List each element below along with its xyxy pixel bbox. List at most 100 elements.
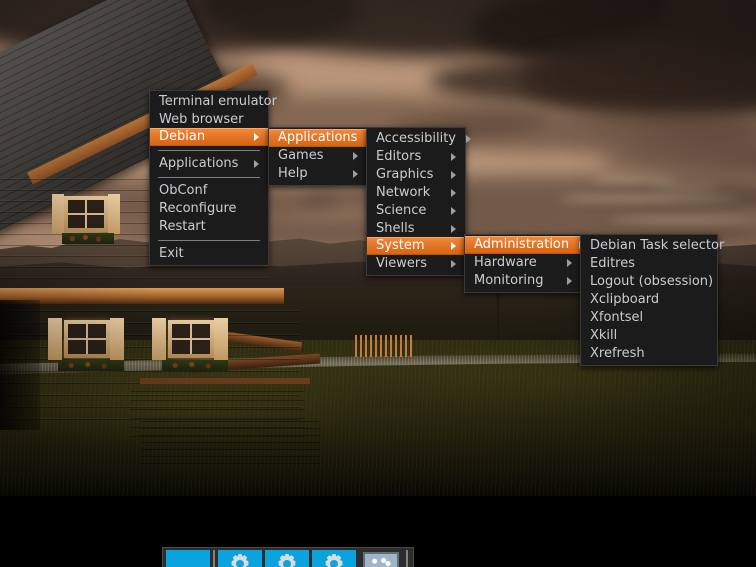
submenu-arrow-icon <box>254 159 259 168</box>
horizon-glow <box>650 186 720 189</box>
menu-item-label: Xkill <box>590 327 618 343</box>
root-menu[interactable]: Terminal emulator Web browser Debian App… <box>149 90 277 266</box>
menu-item-label: Web browser <box>159 111 244 127</box>
flower-box <box>162 360 228 371</box>
menu-item-help[interactable]: Help <box>269 165 367 183</box>
menu-item-logout-obsession[interactable]: Logout (obsession) <box>581 273 717 291</box>
menu-item-label: System <box>376 237 425 253</box>
menu-item-label: Debian Task selector <box>590 237 725 253</box>
chalet-ledge <box>0 288 284 304</box>
gear-hole-icon <box>330 560 338 567</box>
dock-item-gear-app[interactable] <box>265 550 309 567</box>
shutter <box>214 318 228 360</box>
dock-item-gear-app[interactable] <box>218 550 262 567</box>
menu-item-label: Graphics <box>376 166 434 182</box>
submenu-arrow-icon <box>567 258 572 267</box>
shutter <box>108 194 120 234</box>
submenu-arrow-icon <box>451 206 456 215</box>
menu-item-xkill[interactable]: Xkill <box>581 327 717 345</box>
shutter <box>110 318 124 360</box>
menu-item-xclipboard[interactable]: Xclipboard <box>581 291 717 309</box>
menu-item-label: Exit <box>159 245 184 261</box>
flower-box <box>62 233 114 244</box>
dock-item-monitor[interactable] <box>359 550 403 567</box>
shutter <box>52 194 64 234</box>
menu-item-applications[interactable]: Applications <box>150 155 268 173</box>
menu-item-label: Network <box>376 184 431 200</box>
menu-item-label: Monitoring <box>474 272 544 288</box>
menu-item-label: Editors <box>376 148 422 164</box>
menu-item-label: Science <box>376 202 427 218</box>
menu-item-reconfigure[interactable]: Reconfigure <box>150 200 268 218</box>
shutter <box>152 318 166 360</box>
gear-hole-icon <box>236 560 244 567</box>
menu-item-hardware[interactable]: Hardware <box>465 254 581 272</box>
submenu-arrow-icon <box>567 276 572 285</box>
divider-icon <box>213 550 215 567</box>
menu-item-terminal-emulator[interactable]: Terminal emulator <box>150 93 277 111</box>
menu-item-xrefresh[interactable]: Xrefresh <box>581 345 717 363</box>
menu-item-label: Viewers <box>376 255 427 271</box>
porch-rail <box>140 378 310 384</box>
menu-item-science[interactable]: Science <box>367 202 465 220</box>
window-pane <box>172 324 210 354</box>
submenu-arrow-icon <box>353 169 358 178</box>
menu-item-shells[interactable]: Shells <box>367 220 465 238</box>
administration-submenu[interactable]: Debian Task selector Editres Logout (obs… <box>580 234 724 366</box>
dock-item-gear-app[interactable] <box>312 550 356 567</box>
menu-item-label: ObConf <box>159 182 208 198</box>
window-pane <box>68 200 104 228</box>
submenu-arrow-icon <box>353 151 358 160</box>
debian-submenu[interactable]: Applications Games Help <box>268 127 373 186</box>
menu-item-viewers[interactable]: Viewers <box>367 255 465 273</box>
monitor-screen-icon <box>363 552 399 567</box>
menu-item-applications[interactable]: Applications <box>269 129 373 147</box>
menu-item-label: Xclipboard <box>590 291 660 307</box>
menu-item-games[interactable]: Games <box>269 147 367 165</box>
gear-app-icon <box>265 550 309 567</box>
blue-square-icon <box>166 550 210 567</box>
menu-item-label: Applications <box>278 129 358 145</box>
dock-item-blue-square[interactable] <box>166 550 210 567</box>
menu-item-label: Xfontsel <box>590 309 644 325</box>
desktop-screen: Terminal emulator Web browser Debian App… <box>0 0 756 567</box>
menu-item-restart[interactable]: Restart <box>150 218 268 236</box>
menu-item-xfontsel[interactable]: Xfontsel <box>581 309 717 327</box>
menu-item-debian[interactable]: Debian <box>150 128 268 146</box>
menu-item-exit[interactable]: Exit <box>150 245 268 263</box>
menu-separator <box>158 150 260 151</box>
menu-item-network[interactable]: Network <box>367 184 465 202</box>
menu-item-editres[interactable]: Editres <box>581 255 717 273</box>
menu-item-web-browser[interactable]: Web browser <box>150 111 268 129</box>
menu-item-monitoring[interactable]: Monitoring <box>465 272 581 290</box>
menu-item-graphics[interactable]: Graphics <box>367 166 465 184</box>
submenu-arrow-icon <box>451 152 456 161</box>
menu-item-label: Hardware <box>474 254 537 270</box>
balcony-balusters <box>355 335 415 357</box>
horizon-glow <box>610 218 750 222</box>
menu-item-administration[interactable]: Administration <box>465 236 585 254</box>
menu-item-accessibility[interactable]: Accessibility <box>367 130 471 148</box>
wood-pile <box>140 420 320 464</box>
system-submenu[interactable]: Administration Hardware Monitoring <box>464 234 585 293</box>
menu-separator <box>158 177 260 178</box>
submenu-arrow-icon <box>451 241 456 250</box>
menu-item-debian-task-selector[interactable]: Debian Task selector <box>581 237 724 255</box>
menu-item-obconf[interactable]: ObConf <box>150 182 268 200</box>
menu-item-label: Help <box>278 165 308 181</box>
taskbar-dock[interactable] <box>162 547 414 567</box>
menu-item-label: Administration <box>474 236 570 252</box>
menu-item-editors[interactable]: Editors <box>367 148 465 166</box>
menu-item-label: Games <box>278 147 324 163</box>
submenu-arrow-icon <box>451 188 456 197</box>
menu-item-system[interactable]: System <box>367 237 465 255</box>
submenu-arrow-icon <box>451 170 456 179</box>
menu-item-label: Accessibility <box>376 130 456 146</box>
menu-separator <box>158 240 260 241</box>
applications-submenu[interactable]: Accessibility Editors Graphics Network S… <box>366 127 471 276</box>
monitor-icon <box>359 550 403 567</box>
submenu-arrow-icon <box>451 259 456 268</box>
shutter <box>48 318 62 360</box>
gear-app-icon <box>218 550 262 567</box>
menu-item-label: Shells <box>376 220 415 236</box>
